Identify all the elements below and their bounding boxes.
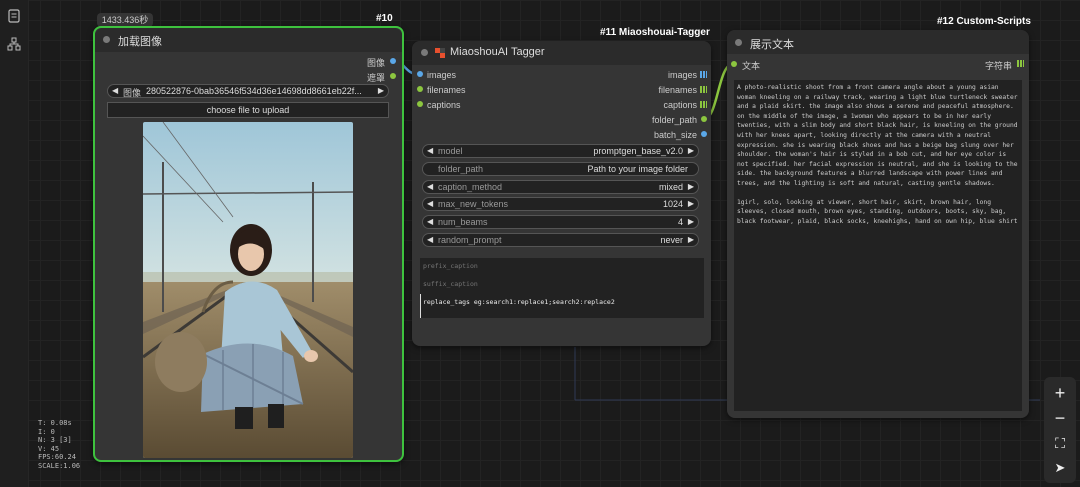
arrow-left-icon[interactable]: ◀: [427, 146, 433, 155]
upload-button[interactable]: choose file to upload: [107, 102, 389, 118]
output-string-slot[interactable]: [1017, 60, 1024, 67]
output-batch-size-slot[interactable]: [701, 131, 707, 137]
photo-kneeling-woman: [143, 122, 353, 458]
zoom-in-button[interactable]: +: [1046, 379, 1074, 407]
output-image-slot[interactable]: [390, 58, 396, 64]
widget-folder-path[interactable]: folder_path Path to your image folder: [422, 162, 699, 176]
collapse-dot[interactable]: [103, 36, 110, 43]
tagger-logo-icon: [434, 46, 446, 58]
zoom-out-button[interactable]: −: [1046, 404, 1074, 432]
widget-label: max_new_tokens: [438, 199, 509, 209]
text-display-area[interactable]: A photo-realistic shoot from a front cam…: [734, 80, 1022, 411]
output-captions-slot[interactable]: [700, 101, 707, 108]
collapse-dot[interactable]: [421, 49, 428, 56]
arrow-right-icon[interactable]: ▶: [378, 86, 384, 95]
execution-time-badge: 1433.436秒: [97, 13, 153, 27]
output-image-label: 图像: [366, 58, 385, 68]
widget-value: Path to your image folder: [587, 164, 688, 174]
node-title: 展示文本: [750, 39, 794, 51]
node-title: MiaoshouAI Tagger: [450, 46, 545, 58]
widget-value: never: [660, 235, 683, 245]
output-mask-label: 遮罩: [366, 73, 385, 83]
widget-label: num_beams: [438, 217, 488, 227]
output-folder-path-label: folder_path: [651, 115, 697, 125]
arrow-left-icon[interactable]: ◀: [427, 217, 433, 226]
widget-label: model: [438, 146, 463, 156]
replace-tags-textarea[interactable]: replace_tags eg:search1:replace1;search2…: [420, 294, 704, 318]
node-title: 加载图像: [118, 36, 162, 48]
input-filenames-slot[interactable]: [417, 86, 423, 92]
textarea-placeholder: prefix_caption: [423, 262, 478, 270]
generated-tags-text: 1girl, solo, looking at viewer, short ha…: [737, 198, 1018, 225]
arrow-right-icon[interactable]: ▶: [688, 182, 694, 191]
suffix-caption-textarea[interactable]: suffix_caption: [420, 276, 704, 294]
locate-button[interactable]: ➤: [1046, 454, 1074, 482]
widget-caption-method[interactable]: ◀ caption_method mixed ▶: [422, 180, 699, 194]
input-images-slot[interactable]: [417, 71, 423, 77]
widget-label: random_prompt: [438, 235, 502, 245]
widget-num-beams[interactable]: ◀ num_beams 4 ▶: [422, 215, 699, 229]
widget-value: mixed: [658, 182, 683, 192]
output-captions-label: captions: [663, 100, 697, 110]
arrow-right-icon[interactable]: ▶: [688, 146, 694, 155]
widget-value: 280522876-0bab36546f534d36e14698dd8661eb…: [146, 86, 362, 96]
input-text-slot[interactable]: [731, 61, 737, 67]
generated-caption-text: A photo-realistic shoot from a front cam…: [737, 84, 1018, 187]
output-filenames-label: filenames: [658, 85, 697, 95]
arrow-left-icon[interactable]: ◀: [427, 199, 433, 208]
widget-label: folder_path: [438, 164, 484, 174]
textarea-value: replace_tags eg:search1:replace1;search2…: [423, 298, 615, 306]
widget-random-prompt[interactable]: ◀ random_prompt never ▶: [422, 233, 699, 247]
output-images-slot[interactable]: [700, 71, 707, 78]
text-cursor: [420, 294, 421, 318]
widget-value: 1024: [662, 199, 683, 209]
output-string-label: 字符串: [984, 61, 1012, 71]
widget-value: promptgen_base_v2.0: [593, 146, 683, 156]
arrow-left-icon[interactable]: ◀: [427, 235, 433, 244]
output-filenames-slot[interactable]: [700, 86, 707, 93]
image-preview: [143, 122, 353, 458]
widget-label: 图像: [123, 88, 142, 98]
widget-max-new-tokens[interactable]: ◀ max_new_tokens 1024 ▶: [422, 197, 699, 211]
widget-model[interactable]: ◀ model promptgen_base_v2.0 ▶: [422, 144, 699, 158]
input-text-label: 文本: [742, 61, 761, 71]
input-captions-label: captions: [427, 100, 461, 110]
image-select-widget[interactable]: ◀ 图像 280522876-0bab36546f534d36e14698dd8…: [107, 84, 389, 98]
arrow-right-icon[interactable]: ▶: [688, 217, 694, 226]
fit-view-button[interactable]: ⛶: [1046, 429, 1074, 457]
node-id-label: #12 Custom-Scripts: [937, 16, 1031, 27]
arrow-left-icon[interactable]: ◀: [112, 86, 118, 95]
widget-label: caption_method: [438, 182, 503, 192]
output-images-label: images: [667, 70, 697, 80]
arrow-right-icon[interactable]: ▶: [688, 235, 694, 244]
input-images-label: images: [427, 70, 457, 80]
widget-value: 4: [677, 217, 683, 227]
collapse-dot[interactable]: [735, 39, 742, 46]
textarea-placeholder: suffix_caption: [423, 280, 478, 288]
output-batch-size-label: batch_size: [653, 130, 697, 140]
output-folder-path-slot[interactable]: [701, 116, 707, 122]
prefix-caption-textarea[interactable]: prefix_caption: [420, 258, 704, 276]
arrow-left-icon[interactable]: ◀: [427, 182, 433, 191]
node-id-label: #11 Miaoshouai-Tagger: [600, 27, 710, 38]
node-id-label: #10: [376, 13, 393, 24]
arrow-right-icon[interactable]: ▶: [688, 199, 694, 208]
input-captions-slot[interactable]: [417, 101, 423, 107]
output-mask-slot[interactable]: [390, 73, 396, 79]
input-filenames-label: filenames: [427, 85, 466, 95]
